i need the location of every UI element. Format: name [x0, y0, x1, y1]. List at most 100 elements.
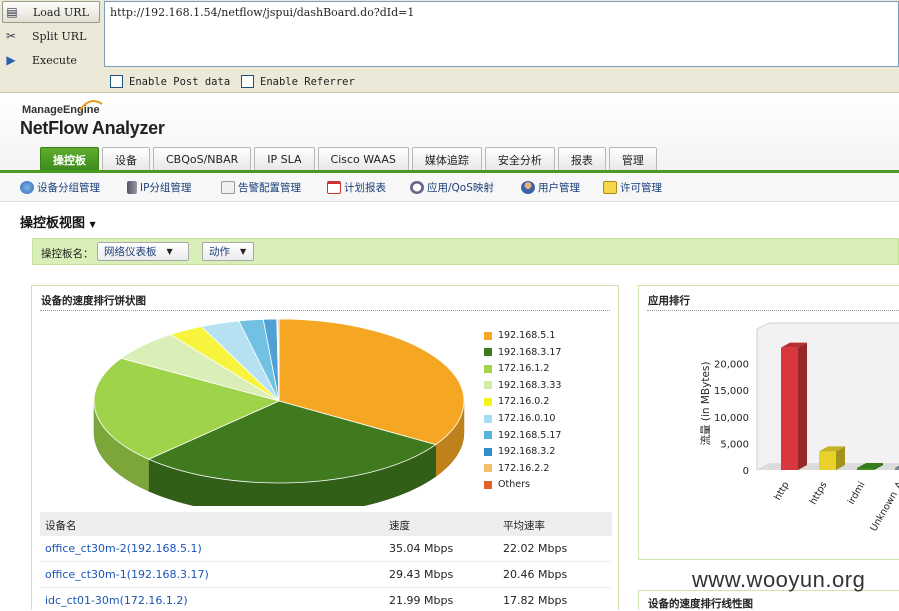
- tab-dashboard[interactable]: 操控板: [40, 147, 99, 171]
- action-dropdown[interactable]: 动作 ▼: [202, 242, 254, 261]
- dashboard-select-value: 网络仪表板: [104, 246, 157, 258]
- tab-ip-sla[interactable]: IP SLA: [254, 147, 315, 171]
- device-speed-pie-panel: 设备的速度排行饼状图 192.168.5.1 192.168.3.17 172.16…: [31, 285, 619, 610]
- enable-referrer-checkbox[interactable]: Enable Referrer: [241, 75, 355, 88]
- legend-label: 192.168.3.33: [498, 379, 562, 391]
- url-input[interactable]: http://192.168.1.54/netflow/jspui/dashBo…: [104, 1, 899, 67]
- table-row: idc_ct01-30m(172.16.1.2) 21.99 Mbps 17.8…: [40, 588, 612, 611]
- subnav-user-management[interactable]: 用户管理: [521, 180, 580, 195]
- load-url-button[interactable]: ▤ Load URL: [2, 1, 100, 23]
- legend-swatch: [484, 480, 492, 489]
- bar: [857, 468, 874, 470]
- legend-swatch: [484, 464, 492, 473]
- device-group-icon: [20, 181, 34, 194]
- legend-item: 192.168.5.1: [484, 330, 555, 341]
- legend-label: 192.168.3.2: [498, 446, 556, 458]
- subnav-alert-config[interactable]: 告警配置管理: [221, 180, 301, 195]
- scissors-icon: ✂: [5, 29, 17, 43]
- tab-reports[interactable]: 报表: [557, 147, 606, 171]
- magnifier-icon: [410, 181, 424, 194]
- y-tick-label: 20,000: [714, 360, 749, 371]
- tab-media-tracking[interactable]: 媒体追踪: [411, 147, 482, 171]
- bar: [895, 468, 899, 470]
- legend-swatch: [484, 431, 492, 440]
- legend-swatch: [484, 397, 492, 406]
- legend-label: 172.16.0.10: [498, 413, 556, 424]
- legend-item: 192.168.3.33: [484, 380, 561, 391]
- subnav-scheduled-reports[interactable]: 计划报表: [327, 180, 386, 195]
- legend-item: 172.16.0.10: [484, 413, 555, 424]
- subnav-app-qos-mapping[interactable]: 应用/QoS映射: [410, 180, 494, 195]
- table-row: office_ct30m-1(192.168.3.17) 29.43 Mbps …: [40, 562, 612, 588]
- dashboard-toolbar: 操控板名： 网络仪表板 ▼ 动作 ▼: [32, 238, 899, 265]
- device-link[interactable]: idc_ct01-30m(172.16.1.2): [45, 594, 188, 607]
- bar-side: [798, 342, 807, 470]
- x-tick-label: Unknown_A: [868, 480, 899, 534]
- subnav-label: 告警配置管理: [238, 182, 301, 194]
- chevron-down-icon: ▼: [166, 247, 173, 256]
- x-tick-label: irdmi: [846, 480, 868, 507]
- execute-label: Execute: [32, 53, 77, 67]
- legend-swatch: [484, 331, 492, 340]
- enable-post-label: Enable Post data: [129, 75, 231, 88]
- dashboard-name-label: 操控板名：: [41, 248, 94, 260]
- legend-label: 172.16.1.2: [498, 363, 550, 375]
- chevron-down-icon: ▼: [89, 220, 96, 229]
- app-ranking-panel: 应用排行 20,000 15,000 10,000 5,000 0 流量 (in MByt…: [638, 285, 899, 560]
- legend-label: 172.16.0.2: [498, 396, 550, 408]
- bar: [819, 451, 836, 470]
- legend-swatch: [484, 381, 492, 390]
- load-url-icon: ▤: [6, 5, 18, 19]
- tab-cbqos[interactable]: CBQoS/NBAR: [153, 147, 252, 171]
- logo-swoosh-icon: [79, 100, 103, 111]
- divider: [647, 310, 899, 311]
- dashboard-select[interactable]: 网络仪表板 ▼: [97, 242, 189, 261]
- legend-item: Others: [484, 479, 530, 490]
- line-panel-title: 设备的速度排行线性图: [648, 598, 753, 610]
- y-tick-label: 15,000: [714, 386, 749, 397]
- sub-navigation: 设备分组管理 IP分组管理 告警配置管理 计划报表 应用/QoS映射 用户管理 …: [0, 173, 899, 202]
- checkbox-icon: [110, 75, 123, 88]
- tab-cisco-waas[interactable]: Cisco WAAS: [317, 147, 409, 171]
- legend-item: 192.168.3.17: [484, 347, 561, 358]
- app-bar-chart: 20,000 15,000 10,000 5,000 0 流量 (in MBytes) ht…: [699, 322, 899, 534]
- action-label: 动作: [209, 246, 230, 258]
- legend-label: 192.168.3.17: [498, 346, 562, 358]
- legend-item: 172.16.0.2: [484, 396, 549, 407]
- subnav-license[interactable]: 许可管理: [603, 180, 662, 195]
- column-header-avg-rate: 平均速率: [503, 520, 545, 532]
- table-header: 设备名 速度 平均速率: [40, 512, 612, 536]
- page-title[interactable]: 操控板视图 ▼: [20, 212, 96, 231]
- split-url-button[interactable]: ✂ Split URL: [2, 25, 100, 47]
- table-row: office_ct30m-2(192.168.5.1) 35.04 Mbps 2…: [40, 536, 612, 562]
- speed-value: 35.04 Mbps: [389, 542, 454, 555]
- subnav-device-groups[interactable]: 设备分组管理: [20, 180, 100, 195]
- hackbar-toolbar: ▤ Load URL ✂ Split URL ▶ Execute http://…: [0, 0, 899, 93]
- legend-label: Others: [498, 479, 530, 491]
- tab-security[interactable]: 安全分析: [484, 147, 555, 171]
- page-title-text: 操控板视图: [20, 216, 86, 231]
- subnav-label: IP分组管理: [140, 182, 192, 194]
- legend-swatch: [484, 414, 492, 423]
- main-tabs: 操控板 设备 CBQoS/NBAR IP SLA Cisco WAAS 媒体追踪…: [40, 147, 660, 171]
- avg-rate-value: 22.02 Mbps: [503, 542, 568, 555]
- bar: [781, 347, 798, 470]
- x-tick-label: https: [808, 480, 830, 507]
- column-header-device: 设备名: [45, 520, 77, 532]
- device-link[interactable]: office_ct30m-1(192.168.3.17): [45, 568, 209, 581]
- pie-panel-title: 设备的速度排行饼状图: [41, 295, 146, 307]
- product-logo: NetFlow Analyzer: [20, 118, 165, 138]
- enable-post-checkbox[interactable]: Enable Post data: [110, 75, 230, 88]
- subnav-label: 计划报表: [344, 182, 386, 194]
- chevron-down-icon: ▼: [240, 247, 247, 256]
- alert-icon: [221, 181, 235, 194]
- device-link[interactable]: office_ct30m-2(192.168.5.1): [45, 542, 202, 555]
- tab-devices[interactable]: 设备: [102, 147, 150, 171]
- user-icon: [521, 181, 535, 194]
- avg-rate-value: 17.82 Mbps: [503, 594, 568, 607]
- tab-admin[interactable]: 管理: [608, 147, 657, 171]
- legend-item: 192.168.3.2: [484, 446, 555, 457]
- subnav-label: 设备分组管理: [37, 182, 100, 194]
- subnav-ip-groups[interactable]: IP分组管理: [127, 180, 191, 195]
- execute-button[interactable]: ▶ Execute: [2, 49, 100, 71]
